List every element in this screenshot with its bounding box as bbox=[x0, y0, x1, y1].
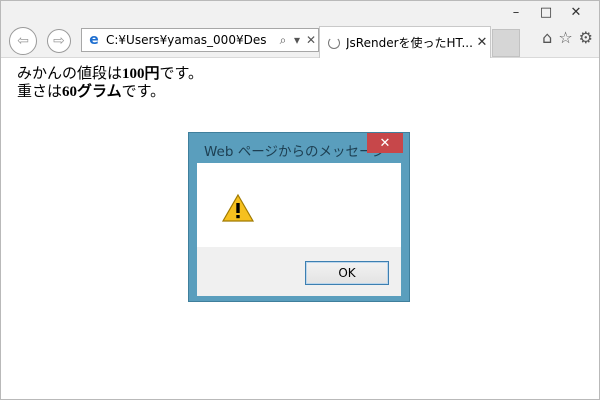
loading-icon bbox=[328, 36, 340, 49]
maximize-button[interactable]: □ bbox=[531, 1, 561, 23]
price-value: 100円 bbox=[122, 66, 160, 82]
dialog-body bbox=[197, 163, 401, 247]
price-suffix: です。 bbox=[159, 66, 204, 82]
toolbar-icons: ⌂ ☆ ⚙ bbox=[542, 28, 593, 47]
tab-title: JsRenderを使ったHT... bbox=[346, 36, 473, 50]
ok-button[interactable]: OK bbox=[305, 261, 389, 285]
page-content: みかんの値段は100円です。 重さは60グラムです。 bbox=[17, 65, 203, 101]
back-button[interactable]: ⇦ bbox=[9, 27, 37, 55]
message-dialog: Web ページからのメッセージ ✕ OK bbox=[188, 132, 410, 302]
minimize-button[interactable]: – bbox=[501, 1, 531, 23]
dialog-title: Web ページからのメッセージ bbox=[204, 144, 386, 160]
tab-close-icon[interactable]: ✕ bbox=[474, 35, 490, 50]
title-bar: – □ ✕ bbox=[1, 1, 599, 23]
navigation-bar: ⇦ ⇨ e C:¥Users¥yamas_000¥Des ⌕ ▾ ✕ JsRen… bbox=[1, 23, 599, 58]
close-window-button[interactable]: ✕ bbox=[561, 1, 591, 23]
weight-line: 重さは60グラムです。 bbox=[17, 83, 203, 101]
warning-icon bbox=[221, 193, 255, 222]
dropdown-icon[interactable]: ▾ bbox=[290, 33, 304, 47]
price-prefix: みかんの値段は bbox=[17, 66, 123, 82]
back-arrow-icon: ⇦ bbox=[17, 33, 29, 49]
dialog-footer: OK bbox=[197, 247, 401, 296]
address-url[interactable]: C:¥Users¥yamas_000¥Des bbox=[106, 33, 276, 47]
address-bar[interactable]: e C:¥Users¥yamas_000¥Des ⌕ ▾ ✕ bbox=[81, 28, 319, 52]
browser-window: – □ ✕ ⇦ ⇨ e C:¥Users¥yamas_000¥Des ⌕ ▾ ✕… bbox=[0, 0, 600, 400]
forward-button[interactable]: ⇨ bbox=[47, 29, 71, 53]
new-tab-button[interactable] bbox=[492, 29, 520, 57]
favorites-icon[interactable]: ☆ bbox=[558, 28, 572, 47]
dialog-close-button[interactable]: ✕ bbox=[367, 133, 403, 153]
search-icon[interactable]: ⌕ bbox=[276, 33, 290, 48]
weight-prefix: 重さは bbox=[17, 84, 63, 100]
home-icon[interactable]: ⌂ bbox=[542, 28, 552, 47]
settings-icon[interactable]: ⚙ bbox=[579, 28, 593, 47]
forward-arrow-icon: ⇨ bbox=[53, 33, 65, 49]
ie-page-icon: e bbox=[89, 32, 99, 48]
weight-suffix: です。 bbox=[121, 84, 166, 100]
browser-tab[interactable]: JsRenderを使ったHT... ✕ bbox=[319, 26, 491, 58]
price-line: みかんの値段は100円です。 bbox=[17, 65, 203, 83]
stop-icon[interactable]: ✕ bbox=[304, 33, 318, 47]
weight-value: 60グラム bbox=[62, 84, 122, 100]
